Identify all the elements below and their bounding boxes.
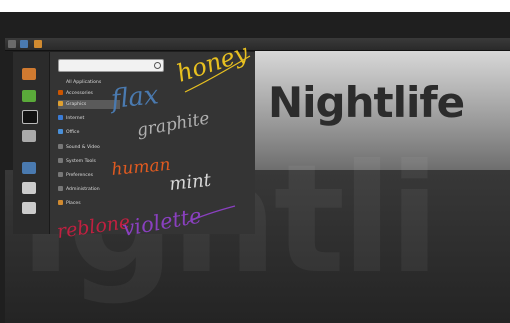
desktop-screen: ightli Nightlife All Applications Access… (0, 0, 510, 323)
annotation-violette: violette (121, 203, 204, 240)
annotation-honey: honey (173, 38, 252, 87)
annotation-human: human (111, 155, 172, 180)
annotation-graphite: graphite (135, 108, 211, 140)
annotation-flax: flax (108, 80, 161, 115)
handwritten-annotations: honey flax graphite human mint reblone v… (56, 38, 252, 243)
annotation-reblone: reblone (56, 211, 132, 243)
annotation-mint: mint (168, 170, 212, 195)
